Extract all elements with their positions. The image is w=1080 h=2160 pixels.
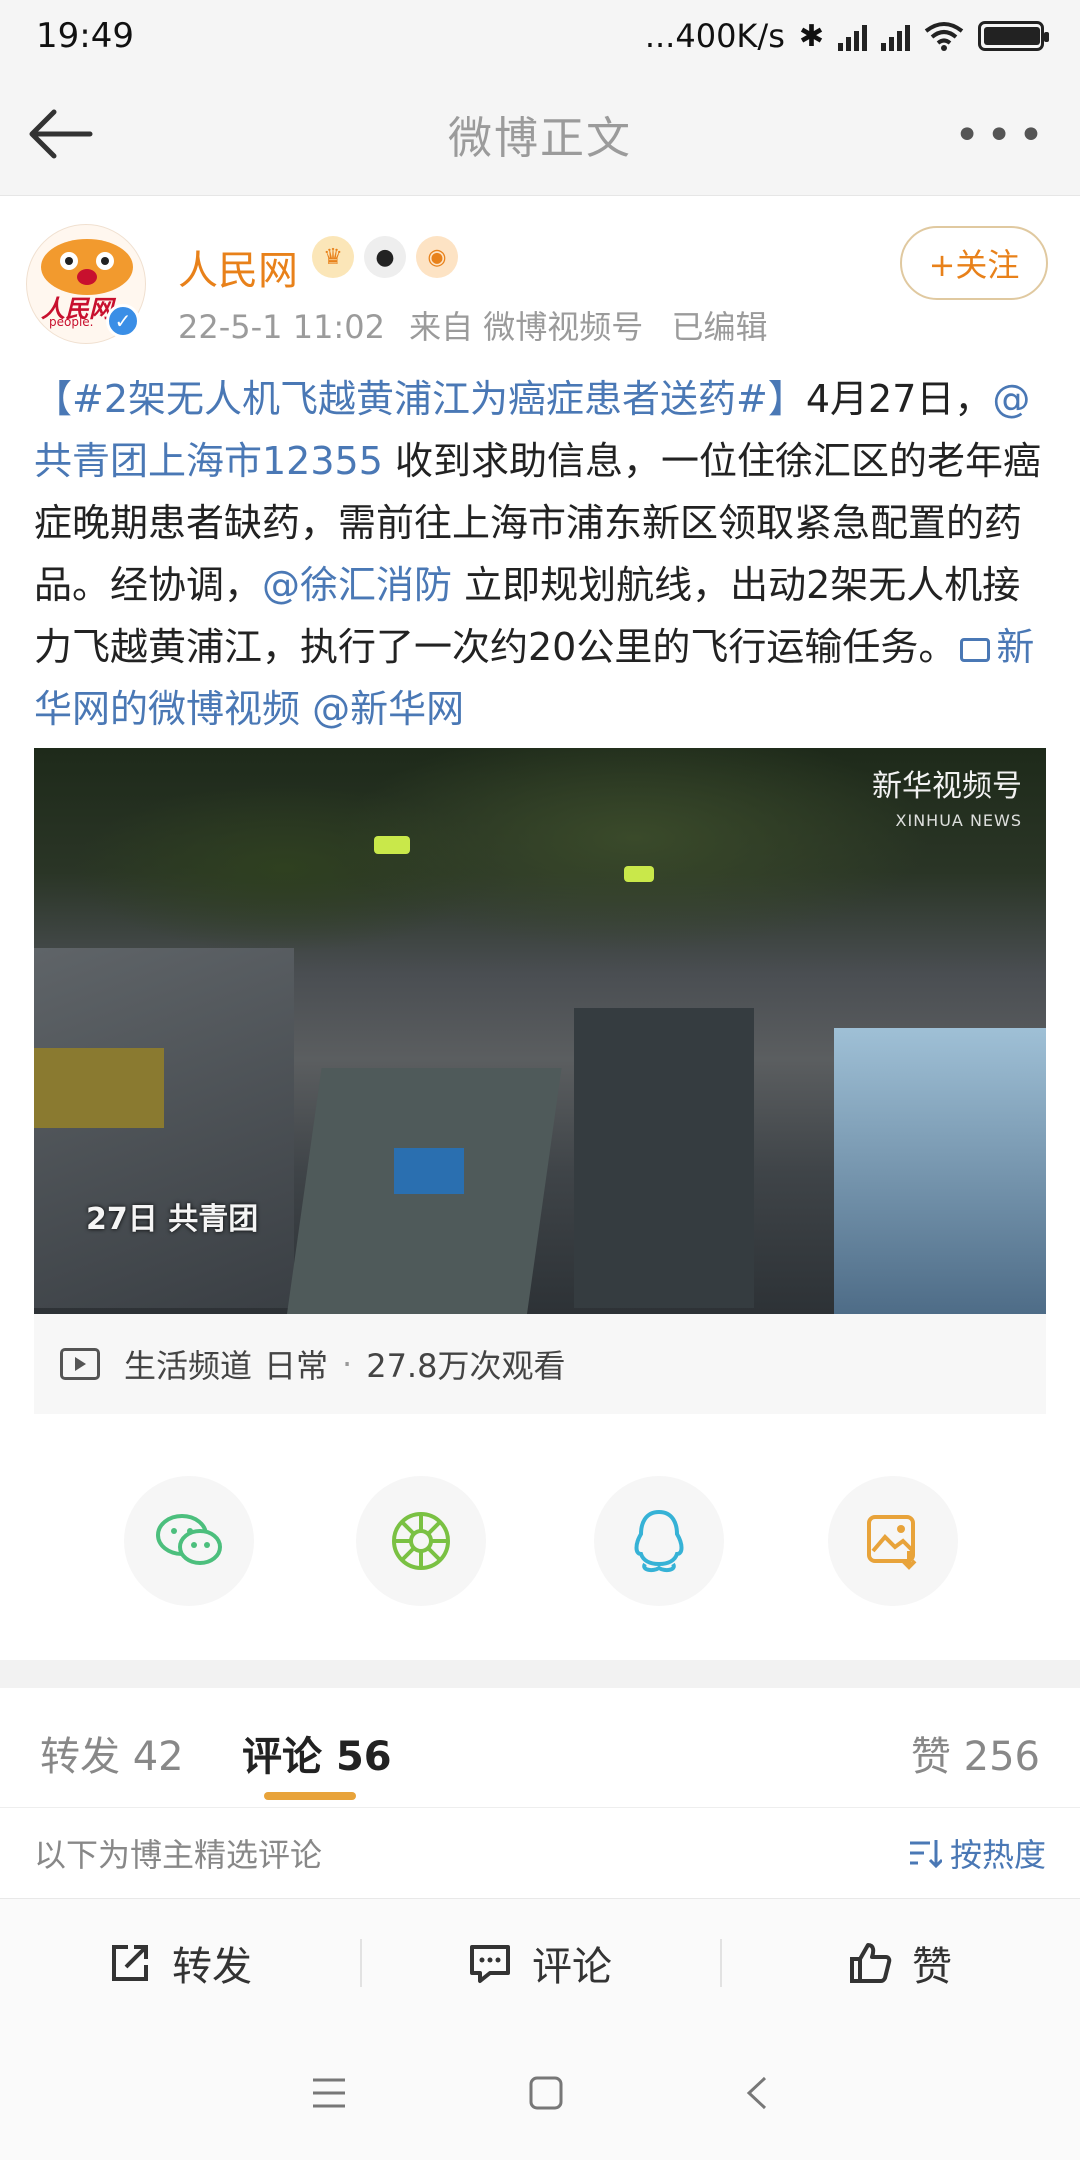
- qq-share-button[interactable]: [594, 1476, 724, 1606]
- sort-label: 按热度: [949, 1836, 1046, 1874]
- back-icon[interactable]: [743, 2074, 771, 2112]
- menu-icon[interactable]: [309, 2076, 349, 2110]
- video-link-icon: [960, 638, 991, 662]
- video-scene: [34, 1048, 164, 1128]
- edited-label: 已编辑: [671, 308, 768, 346]
- signal-icon: [838, 21, 867, 51]
- channel-name: 生活频道: [124, 1347, 253, 1385]
- bottom-action-bar: 转发 评论 赞: [0, 1898, 1080, 2026]
- tab-comments[interactable]: 评论 56: [242, 1724, 392, 1782]
- video-caption: 27日 共青团: [86, 1202, 259, 1237]
- source-prefix: 来自: [409, 308, 474, 346]
- video-watermark: 新华视频号 XINHUA NEWS: [872, 770, 1022, 838]
- video-scene: [624, 866, 654, 882]
- tab-reposts[interactable]: 转发 42: [40, 1724, 184, 1782]
- page-title: 微博正文: [448, 112, 632, 164]
- signal-icon-2: [881, 21, 910, 51]
- video-scene: [374, 836, 410, 854]
- wechat-share-button[interactable]: [124, 1476, 254, 1606]
- comment-label: 评论: [532, 1943, 612, 1990]
- avatar-logo-sub: people.: [49, 315, 94, 329]
- view-count: 27.8万次观看: [366, 1347, 566, 1385]
- author-name[interactable]: 人民网: [178, 238, 298, 296]
- video-scene: [574, 1008, 754, 1308]
- repost-icon: [112, 1944, 148, 1981]
- verified-icon: ✓: [106, 304, 140, 338]
- video-scene: [394, 1148, 464, 1194]
- comments-hint: 以下为博主精选评论: [34, 1836, 323, 1874]
- video-player[interactable]: 新华视频号 XINHUA NEWS 27日 共青团: [34, 748, 1046, 1314]
- tab-likes[interactable]: 赞 256: [911, 1724, 1040, 1782]
- tab-count: 42: [132, 1734, 184, 1780]
- repost-label: 转发: [172, 1943, 252, 1990]
- tab-label: 转发: [40, 1734, 120, 1780]
- post-meta: 22-5-1 11:02 来自 微博视频号 已编辑: [178, 302, 767, 348]
- panda-badge-icon[interactable]: ●: [364, 236, 406, 278]
- wechat-icon: [156, 1514, 222, 1565]
- tab-count: 256: [963, 1734, 1040, 1780]
- video-channel-icon: [60, 1348, 100, 1380]
- separator-dot: ·: [342, 1345, 353, 1383]
- tab-label: 评论: [242, 1734, 322, 1780]
- repost-button[interactable]: 转发: [0, 1899, 360, 2026]
- bluetooth-icon: ✱: [798, 18, 824, 54]
- title-bar: 微博正文 •••: [0, 72, 1080, 196]
- save-image-icon: [867, 1515, 917, 1570]
- net-speed: ...400K/s: [644, 17, 785, 55]
- follow-button[interactable]: +关注: [900, 226, 1048, 300]
- home-icon[interactable]: [528, 2075, 564, 2111]
- tiger-badge-icon[interactable]: ◉: [416, 236, 458, 278]
- post-text: 【#2架无人机飞越黄浦江为癌症患者送药#】4月27日，@共青团上海市12355 …: [34, 368, 1054, 740]
- status-icons: ...400K/s ✱: [644, 17, 1049, 55]
- save-image-share-button[interactable]: [828, 1476, 958, 1606]
- like-button[interactable]: 赞: [720, 1899, 1080, 2026]
- watermark-text: 新华视频号: [872, 769, 1022, 804]
- back-arrow-icon[interactable]: [24, 102, 94, 166]
- share-row: [0, 1476, 1080, 1626]
- crown-badge-icon[interactable]: ♛: [312, 236, 354, 278]
- sort-icon: [909, 1840, 942, 1868]
- thumbs-up-icon: [850, 1942, 892, 1983]
- section-divider: [0, 1660, 1080, 1688]
- comment-filter-row: 以下为博主精选评论 按热度: [0, 1808, 1080, 1898]
- system-nav-bar: [0, 2026, 1080, 2160]
- topic-link[interactable]: 【#2架无人机飞越黄浦江为癌症患者送药#】: [34, 377, 806, 421]
- more-options-icon[interactable]: •••: [954, 110, 1050, 161]
- tab-label: 赞: [910, 1734, 951, 1780]
- moments-share-button[interactable]: [356, 1476, 486, 1606]
- interaction-tabs: 转发 42 评论 56 赞 256: [0, 1688, 1080, 1808]
- status-time: 19:49: [36, 16, 134, 56]
- post-date: 22-5-1 11:02: [178, 308, 385, 346]
- tab-count: 56: [335, 1734, 392, 1780]
- sort-button[interactable]: 按热度: [908, 1830, 1046, 1876]
- active-tab-indicator: [264, 1792, 356, 1800]
- status-bar: 19:49 ...400K/s ✱: [0, 0, 1080, 72]
- author-badges: ♛ ● ◉: [312, 236, 458, 278]
- comment-icon: [470, 1944, 510, 1983]
- watermark-sub: XINHUA NEWS: [895, 811, 1022, 830]
- post-text-part: 4月27日，: [805, 377, 993, 421]
- video-scene: [34, 948, 294, 1308]
- mention-link[interactable]: @徐汇消防: [262, 563, 452, 607]
- video-channel-row[interactable]: 生活频道 日常 · 27.8万次观看: [34, 1314, 1046, 1414]
- battery-icon: [978, 21, 1049, 51]
- like-label: 赞: [912, 1943, 952, 1990]
- wifi-icon: [924, 22, 964, 51]
- post-source[interactable]: 微博视频号: [483, 308, 643, 346]
- channel-tag: 日常: [264, 1347, 329, 1385]
- moments-icon: [392, 1512, 450, 1570]
- author-row: 人民网 people. ✓ 人民网 ♛ ● ◉ 22-5-1 11:02 来自 …: [0, 196, 1080, 356]
- mention-link[interactable]: @新华网: [312, 687, 464, 731]
- qq-icon: [634, 1509, 684, 1573]
- video-scene: [834, 1028, 1046, 1314]
- comment-button[interactable]: 评论: [360, 1899, 720, 2026]
